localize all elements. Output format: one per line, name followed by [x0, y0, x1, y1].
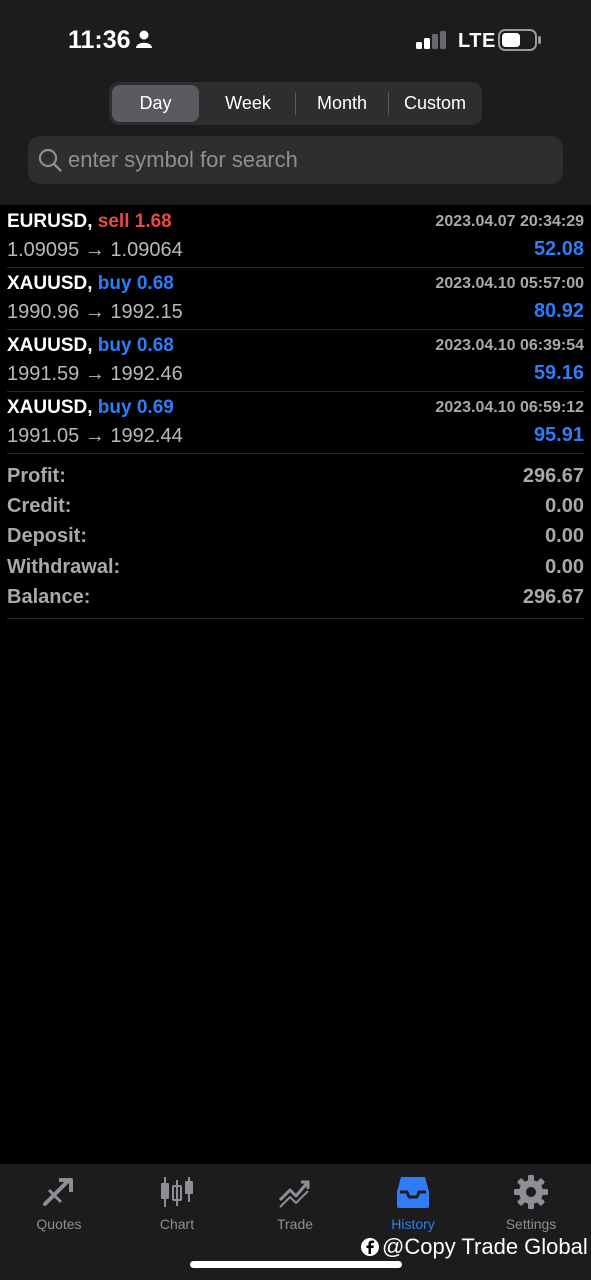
deal-time: 2023.04.10 06:59:12 — [435, 399, 584, 416]
tab-settings[interactable]: Settings — [472, 1174, 590, 1232]
status-bar: 11:36 LTE — [0, 0, 591, 80]
deal-time: 2023.04.10 06:39:54 — [435, 337, 584, 354]
deal-profit: 80.92 — [533, 300, 584, 322]
tab-label: Chart — [159, 1216, 195, 1232]
quotes-icon — [0, 1174, 118, 1210]
history-icon — [354, 1174, 472, 1210]
deal-symbol: XAUUSD, buy 0.68 — [7, 273, 174, 295]
deal-row[interactable]: XAUUSD, buy 0.69 2023.04.10 06:59:12 199… — [7, 392, 584, 454]
deal-symbol: EURUSD, sell 1.68 — [7, 211, 172, 233]
summary-label: Balance: — [7, 585, 91, 608]
deal-symbol: XAUUSD, buy 0.69 — [7, 397, 174, 419]
settings-icon — [472, 1174, 590, 1210]
deal-symbol: XAUUSD, buy 0.68 — [7, 335, 174, 357]
summary-label: Credit: — [7, 495, 72, 518]
deal-prices: 1990.96 → 1992.15 — [7, 301, 183, 323]
tab-custom[interactable]: Custom — [390, 85, 480, 122]
tab-label: Quotes — [36, 1216, 82, 1232]
tab-chart[interactable]: Chart — [118, 1174, 236, 1232]
deal-time: 2023.04.07 20:34:29 — [435, 213, 584, 230]
summary-row-withdrawal: Withdrawal: 0.00 — [7, 552, 584, 582]
tab-label: Settings — [505, 1216, 557, 1232]
summary-value: 296.67 — [522, 585, 584, 608]
tab-day[interactable]: Day — [112, 85, 199, 122]
deal-prices: 1991.59 → 1992.46 — [7, 363, 183, 385]
summary-value: 0.00 — [545, 495, 584, 518]
facebook-icon — [360, 1237, 380, 1263]
history-header: Day Week Month Custom — [0, 80, 591, 205]
deal-prices: 1.09095 → 1.09064 — [7, 239, 183, 261]
tab-label: History — [391, 1216, 435, 1232]
deal-action: buy 0.68 — [97, 335, 174, 356]
network-type: LTE — [458, 30, 496, 52]
symbol-name: XAUUSD, — [7, 335, 93, 356]
tab-week[interactable]: Week — [203, 85, 293, 122]
deal-profit: 59.16 — [533, 362, 584, 384]
summary-row-balance: Balance: 296.67 — [7, 582, 584, 612]
deal-row[interactable]: XAUUSD, buy 0.68 2023.04.10 06:39:54 199… — [7, 330, 584, 392]
divider — [295, 92, 296, 115]
home-indicator[interactable] — [190, 1261, 402, 1268]
deal-profit: 95.91 — [533, 424, 584, 446]
deal-row[interactable]: XAUUSD, buy 0.68 2023.04.10 05:57:00 199… — [7, 268, 584, 330]
summary-label: Profit: — [7, 465, 66, 487]
summary-row-credit: Credit: 0.00 — [7, 491, 584, 521]
tab-month[interactable]: Month — [297, 85, 387, 122]
summary-label: Deposit: — [7, 525, 87, 548]
deal-action: buy 0.68 — [97, 273, 174, 294]
watermark: @Copy Trade Global — [360, 1234, 588, 1263]
deal-row[interactable]: EURUSD, sell 1.68 2023.04.07 20:34:29 1.… — [7, 206, 584, 268]
summary-value: 296.67 — [522, 465, 584, 487]
tab-trade[interactable]: Trade — [236, 1174, 354, 1232]
status-time: 11:36 — [68, 26, 131, 54]
summary-row-profit: Profit: 296.67 — [7, 461, 584, 491]
deal-prices: 1991.05 → 1992.44 — [7, 425, 183, 447]
trade-icon — [236, 1174, 354, 1210]
symbol-name: XAUUSD, — [7, 273, 93, 294]
symbol-name: XAUUSD, — [7, 397, 93, 418]
deals-list: EURUSD, sell 1.68 2023.04.07 20:34:29 1.… — [0, 206, 591, 619]
tab-label: Trade — [276, 1216, 314, 1232]
summary-label: Withdrawal: — [7, 555, 121, 578]
search-icon — [38, 148, 62, 177]
divider — [388, 92, 389, 115]
tab-history[interactable]: History — [354, 1174, 472, 1232]
symbol-name: EURUSD, — [7, 211, 93, 232]
summary-row-deposit: Deposit: 0.00 — [7, 521, 584, 551]
deal-profit: 52.08 — [533, 238, 584, 260]
account-summary: Profit: 296.67 Credit: 0.00 Deposit: 0.00 W… — [7, 454, 584, 619]
summary-value: 0.00 — [545, 525, 584, 548]
person-icon — [136, 30, 152, 53]
watermark-text: @Copy Trade Global — [382, 1234, 588, 1259]
summary-value: 0.00 — [545, 555, 584, 578]
deal-action: buy 0.69 — [97, 397, 174, 418]
battery-icon — [498, 29, 542, 56]
period-selector: Day Week Month Custom — [109, 82, 482, 125]
signal-icon — [416, 31, 448, 54]
tab-quotes[interactable]: Quotes — [0, 1174, 118, 1232]
deal-time: 2023.04.10 05:57:00 — [435, 275, 584, 292]
chart-icon — [118, 1174, 236, 1210]
search-input[interactable] — [68, 136, 548, 184]
search-bar[interactable] — [28, 136, 563, 184]
deal-action: sell 1.68 — [97, 211, 172, 232]
